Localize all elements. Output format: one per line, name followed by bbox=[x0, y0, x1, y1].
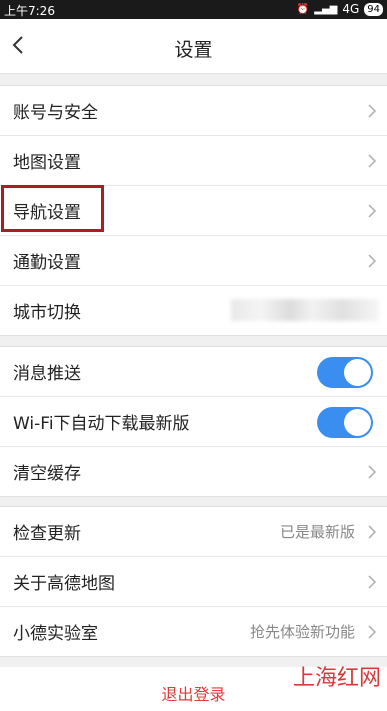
chevron-right-icon bbox=[368, 254, 377, 268]
settings-item-label: 小德实验室 bbox=[13, 624, 98, 644]
watermark: 上海红网 bbox=[292, 666, 381, 691]
settings-item-label: 账号与安全 bbox=[13, 103, 98, 123]
chevron-right-icon bbox=[368, 465, 377, 479]
chevron-right-icon bbox=[368, 154, 377, 168]
settings-item-label: 消息推送 bbox=[13, 364, 81, 384]
settings-item-wifi-auto-download[interactable]: Wi-Fi下自动下载最新版 bbox=[0, 397, 387, 447]
title-bar: 设置 bbox=[0, 19, 387, 74]
status-bar: 上午7:26 ⏰ ▂▄▆ 4G 94 bbox=[0, 0, 387, 19]
update-status: 已是最新版 bbox=[279, 523, 355, 541]
toggle-knob bbox=[344, 409, 371, 436]
settings-item-push-notifications[interactable]: 消息推送 bbox=[0, 347, 387, 397]
settings-group-general: 消息推送 Wi-Fi下自动下载最新版 清空缓存 bbox=[0, 346, 387, 497]
lab-subtitle: 抢先体验新功能 bbox=[249, 623, 355, 641]
settings-item-check-update[interactable]: 检查更新 已是最新版 bbox=[0, 507, 387, 557]
network-type: 4G bbox=[342, 2, 360, 16]
alarm-icon: ⏰ bbox=[296, 3, 310, 15]
settings-item-label: 通勤设置 bbox=[13, 253, 81, 273]
settings-item-commute[interactable]: 通勤设置 bbox=[0, 236, 387, 286]
settings-item-label: 城市切换 bbox=[13, 303, 81, 323]
settings-item-lab[interactable]: 小德实验室 抢先体验新功能 bbox=[0, 607, 387, 656]
blurred-city-value bbox=[231, 299, 379, 321]
settings-item-label: Wi-Fi下自动下载最新版 bbox=[13, 414, 190, 434]
settings-item-map[interactable]: 地图设置 bbox=[0, 136, 387, 186]
settings-item-about[interactable]: 关于高德地图 bbox=[0, 557, 387, 607]
settings-item-label: 清空缓存 bbox=[13, 464, 81, 484]
settings-item-label: 检查更新 bbox=[13, 524, 81, 544]
page-title: 设置 bbox=[174, 39, 213, 61]
chevron-right-icon bbox=[368, 525, 377, 539]
settings-item-clear-cache[interactable]: 清空缓存 bbox=[0, 447, 387, 496]
push-toggle[interactable] bbox=[317, 357, 373, 388]
signal-icon: ▂▄▆ bbox=[314, 3, 338, 15]
chevron-right-icon bbox=[368, 625, 377, 639]
battery-icon: 94 bbox=[364, 2, 383, 16]
toggle-knob bbox=[344, 359, 371, 386]
status-icons: ⏰ ▂▄▆ 4G 94 bbox=[297, 2, 383, 16]
highlight-box bbox=[1, 185, 104, 232]
chevron-right-icon bbox=[368, 104, 377, 118]
settings-group-about: 检查更新 已是最新版 关于高德地图 小德实验室 抢先体验新功能 bbox=[0, 506, 387, 657]
chevron-right-icon bbox=[368, 575, 377, 589]
wifi-download-toggle[interactable] bbox=[317, 407, 373, 438]
settings-item-label: 地图设置 bbox=[13, 153, 81, 173]
chevron-right-icon bbox=[368, 204, 377, 218]
settings-item-city-switch[interactable]: 城市切换 bbox=[0, 286, 387, 335]
settings-item-account-security[interactable]: 账号与安全 bbox=[0, 86, 387, 136]
status-time: 上午7:26 bbox=[4, 4, 55, 18]
settings-item-label: 关于高德地图 bbox=[13, 574, 115, 594]
